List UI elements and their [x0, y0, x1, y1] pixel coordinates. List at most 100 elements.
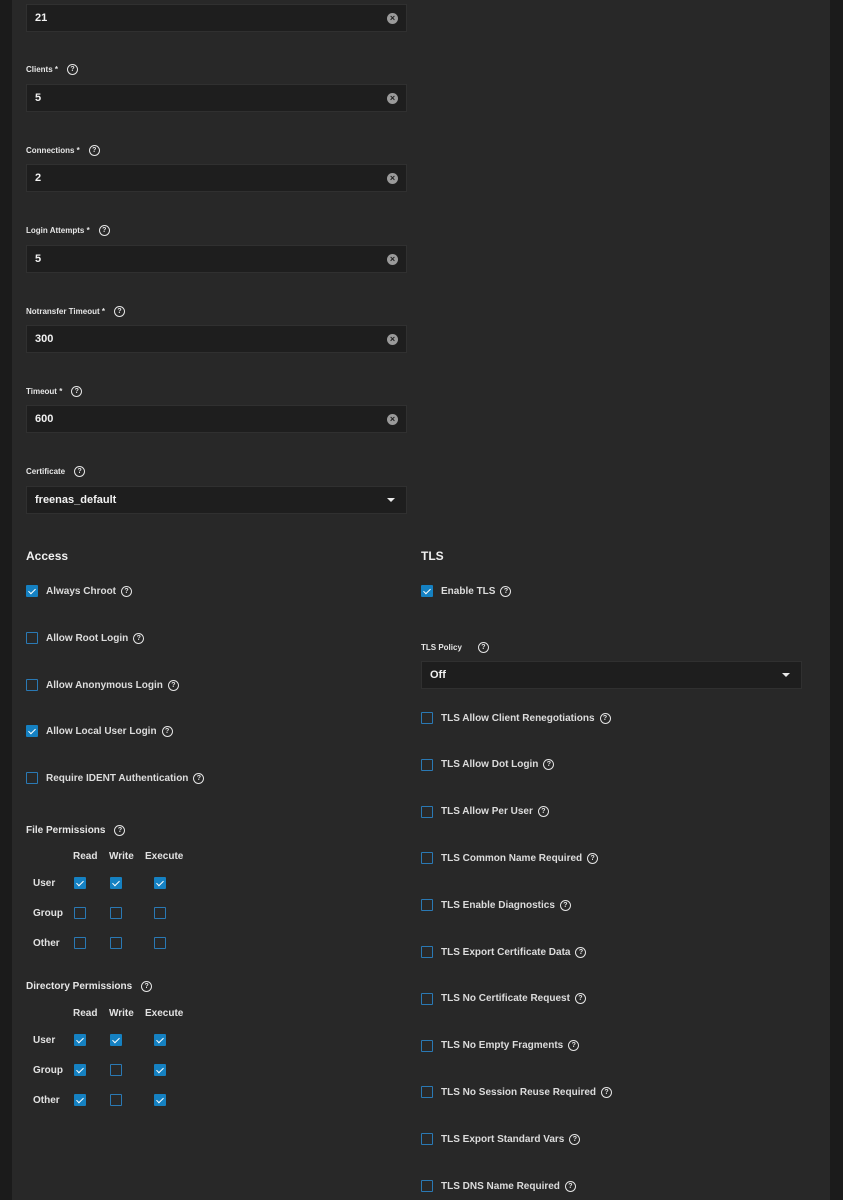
help-icon[interactable]: ?	[67, 64, 79, 75]
clear-clients-icon[interactable]: ×	[387, 92, 398, 104]
tls-option-checkbox[interactable]	[421, 1086, 433, 1099]
allow-anonymous-login-checkbox[interactable]	[26, 679, 38, 691]
tls-option[interactable]: TLS DNS Name Required?	[421, 1180, 576, 1192]
help-icon[interactable]: ?	[114, 825, 126, 836]
help-icon[interactable]: ?	[559, 899, 571, 911]
permission-checkbox-user-execute[interactable]	[154, 1034, 166, 1046]
permission-row-other: Other	[33, 938, 60, 949]
tls-option-checkbox[interactable]	[421, 992, 433, 1005]
permission-checkbox-user-read[interactable]	[74, 1034, 86, 1046]
clear-login-attempts-icon[interactable]: ×	[387, 253, 398, 265]
help-icon[interactable]: ?	[71, 386, 83, 397]
allow-local-user-login-checkbox[interactable]	[26, 725, 38, 737]
allow-local-user-login-option[interactable]: Allow Local User Login ?	[26, 725, 173, 737]
tls-option[interactable]: TLS No Empty Fragments?	[421, 1039, 580, 1052]
clear-connections-icon[interactable]: ×	[387, 172, 398, 184]
tls-policy-select[interactable]: Off	[421, 661, 802, 689]
allow-anonymous-login-option[interactable]: Allow Anonymous Login ?	[26, 679, 179, 691]
tls-option[interactable]: TLS No Session Reuse Required?	[421, 1086, 613, 1099]
permission-checkbox-other-execute[interactable]	[154, 937, 166, 949]
help-icon[interactable]: ?	[121, 585, 133, 597]
directory-permissions-label: Directory Permissions ?	[26, 981, 153, 992]
tls-option[interactable]: TLS Allow Per User?	[421, 805, 549, 818]
clear-timeout-icon[interactable]: ×	[387, 413, 398, 425]
help-icon[interactable]: ?	[537, 806, 549, 818]
port-input[interactable]: 21 ×	[26, 4, 407, 32]
permission-checkbox-other-execute[interactable]	[154, 1094, 166, 1106]
permission-checkbox-other-read[interactable]	[74, 1094, 86, 1106]
help-icon[interactable]: ?	[599, 712, 611, 724]
allow-root-login-checkbox[interactable]	[26, 632, 38, 644]
tls-option-checkbox[interactable]	[421, 758, 433, 771]
tls-option-label: TLS Enable Diagnostics	[441, 899, 555, 911]
permission-checkbox-user-execute[interactable]	[154, 877, 166, 889]
tls-option-checkbox[interactable]	[421, 1133, 433, 1146]
help-icon[interactable]: ?	[477, 642, 489, 653]
tls-option[interactable]: TLS Allow Client Renegotiations?	[421, 712, 611, 724]
permission-checkbox-other-write[interactable]	[110, 1094, 122, 1106]
clear-notransfer-timeout-icon[interactable]: ×	[387, 333, 398, 345]
enable-tls-checkbox[interactable]	[421, 585, 433, 597]
permission-checkbox-other-read[interactable]	[74, 937, 86, 949]
permission-checkbox-user-write[interactable]	[110, 1034, 122, 1046]
enable-tls-option[interactable]: Enable TLS ?	[421, 585, 512, 597]
tls-option-checkbox[interactable]	[421, 1180, 433, 1192]
permission-checkbox-group-execute[interactable]	[154, 1064, 166, 1076]
always-chroot-checkbox[interactable]	[26, 585, 38, 597]
clients-input[interactable]: 5 ×	[26, 84, 407, 112]
tls-option-label: TLS Allow Client Renegotiations	[441, 712, 595, 724]
help-icon[interactable]: ?	[500, 585, 512, 597]
help-icon[interactable]: ?	[161, 725, 173, 737]
tls-option[interactable]: TLS Export Standard Vars?	[421, 1133, 581, 1146]
tls-option[interactable]: TLS No Certificate Request?	[421, 992, 586, 1005]
allow-local-user-login-label: Allow Local User Login	[46, 725, 157, 737]
help-icon[interactable]: ?	[88, 145, 100, 156]
connections-label: Connections * ?	[26, 145, 100, 156]
help-icon[interactable]: ?	[564, 1180, 576, 1192]
tls-option-checkbox[interactable]	[421, 712, 433, 724]
port-value: 21	[35, 12, 48, 24]
permission-checkbox-group-write[interactable]	[110, 907, 122, 919]
tls-option-checkbox[interactable]	[421, 852, 433, 865]
always-chroot-option[interactable]: Always Chroot ?	[26, 585, 133, 597]
help-icon[interactable]: ?	[568, 1040, 580, 1052]
help-icon[interactable]: ?	[575, 946, 587, 958]
notransfer-timeout-input[interactable]: 300 ×	[26, 325, 407, 353]
help-icon[interactable]: ?	[574, 993, 586, 1005]
help-icon[interactable]: ?	[587, 852, 599, 864]
permission-checkbox-other-write[interactable]	[110, 937, 122, 949]
require-ident-checkbox[interactable]	[26, 772, 38, 784]
clear-port-icon[interactable]: ×	[387, 12, 398, 24]
help-icon[interactable]: ?	[193, 772, 205, 784]
permission-checkbox-group-read[interactable]	[74, 907, 86, 919]
permission-checkbox-user-read[interactable]	[74, 877, 86, 889]
help-icon[interactable]: ?	[133, 632, 145, 644]
tls-option[interactable]: TLS Enable Diagnostics?	[421, 899, 571, 912]
help-icon[interactable]: ?	[569, 1133, 581, 1145]
tls-option[interactable]: TLS Common Name Required?	[421, 852, 599, 865]
help-icon[interactable]: ?	[167, 679, 179, 691]
permission-checkbox-group-execute[interactable]	[154, 907, 166, 919]
permission-checkbox-group-read[interactable]	[74, 1064, 86, 1076]
connections-input[interactable]: 2 ×	[26, 164, 407, 192]
allow-root-login-option[interactable]: Allow Root Login ?	[26, 632, 145, 644]
tls-option-checkbox[interactable]	[421, 1039, 433, 1052]
tls-option-checkbox[interactable]	[421, 946, 433, 958]
require-ident-option[interactable]: Require IDENT Authentication ?	[26, 772, 205, 784]
permission-checkbox-user-write[interactable]	[110, 877, 122, 889]
permission-checkbox-group-write[interactable]	[110, 1064, 122, 1076]
help-icon[interactable]: ?	[113, 306, 125, 317]
timeout-input[interactable]: 600 ×	[26, 405, 407, 433]
help-icon[interactable]: ?	[74, 466, 86, 477]
tls-option-checkbox[interactable]	[421, 899, 433, 912]
help-icon[interactable]: ?	[141, 981, 153, 992]
tls-option[interactable]: TLS Export Certificate Data?	[421, 946, 587, 958]
certificate-select[interactable]: freenas_default	[26, 486, 407, 514]
help-icon[interactable]: ?	[98, 225, 110, 236]
tls-option-checkbox[interactable]	[421, 805, 433, 818]
help-icon[interactable]: ?	[601, 1086, 613, 1098]
permission-column-execute: Execute	[145, 851, 184, 862]
tls-option[interactable]: TLS Allow Dot Login?	[421, 758, 555, 771]
login-attempts-input[interactable]: 5 ×	[26, 245, 407, 273]
help-icon[interactable]: ?	[543, 759, 555, 771]
